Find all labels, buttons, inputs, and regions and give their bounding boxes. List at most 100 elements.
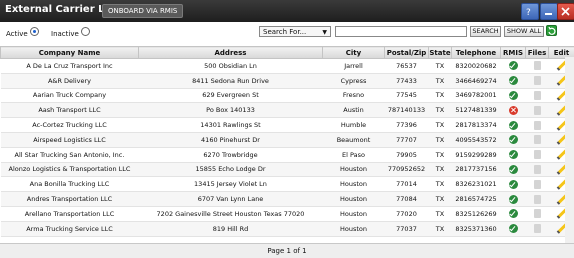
city-cell: Houston: [323, 192, 385, 207]
refresh-icon[interactable]: [546, 25, 557, 36]
search-field-select[interactable]: Search For... ▼: [259, 26, 331, 37]
state-cell: TX: [429, 103, 452, 118]
city-cell: Cypress: [323, 73, 385, 88]
table-row[interactable]: Aash Transport LLCPo Box 140133Austin787…: [1, 103, 574, 118]
active-label: Active: [6, 30, 28, 38]
column-header-company[interactable]: Company Name: [1, 47, 139, 59]
address-cell: 8411 Sedona Run Drive: [139, 73, 323, 88]
state-cell: TX: [429, 59, 452, 74]
svg-text:?: ?: [526, 8, 531, 16]
table-row[interactable]: Ac-Cortez Trucking LLC14301 Rawlings StH…: [1, 118, 574, 133]
checkmark-icon: [509, 61, 518, 70]
search-button[interactable]: SEARCH: [470, 26, 501, 37]
telephone-cell: 8325371360: [452, 221, 501, 236]
files-cell: [526, 88, 549, 103]
column-header-rmis[interactable]: RMIS: [501, 47, 526, 59]
telephone-cell: 3469782001: [452, 88, 501, 103]
vertical-scrollbar[interactable]: [565, 57, 574, 243]
file-icon[interactable]: [534, 165, 541, 174]
table-row[interactable]: A De La Cruz Transport Inc500 Obsidian L…: [1, 59, 574, 74]
files-cell: [526, 132, 549, 147]
rmis-cell: [501, 118, 526, 133]
table-row[interactable]: Aarian Truck Company629 Evergreen StFres…: [1, 88, 574, 103]
checkmark-icon: [509, 91, 518, 100]
zip-cell: 77014: [385, 177, 429, 192]
rmis-cell: [501, 88, 526, 103]
city-cell: Houston: [323, 221, 385, 236]
telephone-cell: 8325126269: [452, 206, 501, 221]
active-radio[interactable]: [30, 27, 39, 36]
column-header-telephone[interactable]: Telephone: [452, 47, 501, 59]
filter-toolbar: Active Inactive Search For...▼ SEARCH SH…: [0, 22, 574, 46]
file-icon[interactable]: [534, 106, 541, 115]
telephone-cell: 4095543572: [452, 132, 501, 147]
show-all-button[interactable]: SHOW ALL: [504, 26, 544, 37]
file-icon[interactable]: [534, 61, 541, 70]
rmis-cell: [501, 162, 526, 177]
company-cell: All Star Trucking San Antonio, Inc.: [1, 147, 139, 162]
state-cell: TX: [429, 162, 452, 177]
file-icon[interactable]: [534, 135, 541, 144]
rmis-cell: [501, 103, 526, 118]
checkmark-icon: [509, 165, 518, 174]
page-indicator: Page 1 of 1: [267, 247, 306, 255]
title-bar: External Carrier List ONBOARD VIA RMIS ?: [0, 0, 574, 22]
telephone-cell: 2817813374: [452, 118, 501, 133]
inactive-radio[interactable]: [81, 27, 90, 36]
company-cell: Airspeed Logistics LLC: [1, 132, 139, 147]
address-cell: 629 Evergreen St: [139, 88, 323, 103]
address-cell: 13415 Jersey Violet Ln: [139, 177, 323, 192]
file-icon[interactable]: [534, 209, 541, 218]
file-icon[interactable]: [534, 180, 541, 189]
file-icon[interactable]: [534, 195, 541, 204]
files-cell: [526, 206, 549, 221]
column-header-zip[interactable]: Postal/Zip: [385, 47, 429, 59]
chevron-down-icon: ▼: [322, 27, 327, 38]
state-cell: TX: [429, 206, 452, 221]
file-icon[interactable]: [534, 121, 541, 130]
table-row[interactable]: All Star Trucking San Antonio, Inc.6270 …: [1, 147, 574, 162]
zip-cell: 77037: [385, 221, 429, 236]
zip-cell: 77020: [385, 206, 429, 221]
checkmark-icon: [509, 224, 518, 233]
zip-cell: 77396: [385, 118, 429, 133]
table-row[interactable]: Airspeed Logistics LLC4160 Pinehurst DrB…: [1, 132, 574, 147]
city-cell: Fresno: [323, 88, 385, 103]
files-cell: [526, 192, 549, 207]
column-header-city[interactable]: City: [323, 47, 385, 59]
table-row[interactable]: Alonzo Logistics & Transportation LLC158…: [1, 162, 574, 177]
file-icon[interactable]: [534, 150, 541, 159]
search-field-value: Search For...: [263, 28, 306, 36]
search-input[interactable]: [335, 26, 467, 37]
state-cell: TX: [429, 132, 452, 147]
file-icon[interactable]: [534, 224, 541, 233]
files-cell: [526, 177, 549, 192]
file-icon[interactable]: [534, 76, 541, 85]
state-cell: TX: [429, 192, 452, 207]
table-row[interactable]: A&R Delivery8411 Sedona Run DriveCypress…: [1, 73, 574, 88]
carrier-table: Company Name Address City Postal/Zip Sta…: [0, 46, 574, 237]
company-cell: A&R Delivery: [1, 73, 139, 88]
table-row[interactable]: Ana Bonilla Trucking LLC13415 Jersey Vio…: [1, 177, 574, 192]
zip-cell: 77433: [385, 73, 429, 88]
minimize-icon[interactable]: [540, 3, 558, 20]
company-cell: Aarian Truck Company: [1, 88, 139, 103]
column-header-files[interactable]: Files: [526, 47, 549, 59]
help-icon[interactable]: ?: [521, 3, 539, 20]
close-icon[interactable]: [557, 3, 574, 20]
table-row[interactable]: Arellano Transportation LLC7202 Gainesvi…: [1, 206, 574, 221]
column-header-address[interactable]: Address: [139, 47, 323, 59]
files-cell: [526, 162, 549, 177]
column-header-state[interactable]: State: [429, 47, 452, 59]
table-row[interactable]: Andres Transportation LLC6707 Van Lynn L…: [1, 192, 574, 207]
file-icon[interactable]: [534, 91, 541, 100]
city-cell: Houston: [323, 206, 385, 221]
checkmark-icon: [509, 121, 518, 130]
zip-cell: 77707: [385, 132, 429, 147]
table-row[interactable]: Arma Trucking Service LLC819 Hill RdHous…: [1, 221, 574, 236]
company-cell: Ac-Cortez Trucking LLC: [1, 118, 139, 133]
state-cell: TX: [429, 177, 452, 192]
state-cell: TX: [429, 73, 452, 88]
onboard-via-rmis-button[interactable]: ONBOARD VIA RMIS: [102, 4, 183, 18]
zip-cell: 77545: [385, 88, 429, 103]
